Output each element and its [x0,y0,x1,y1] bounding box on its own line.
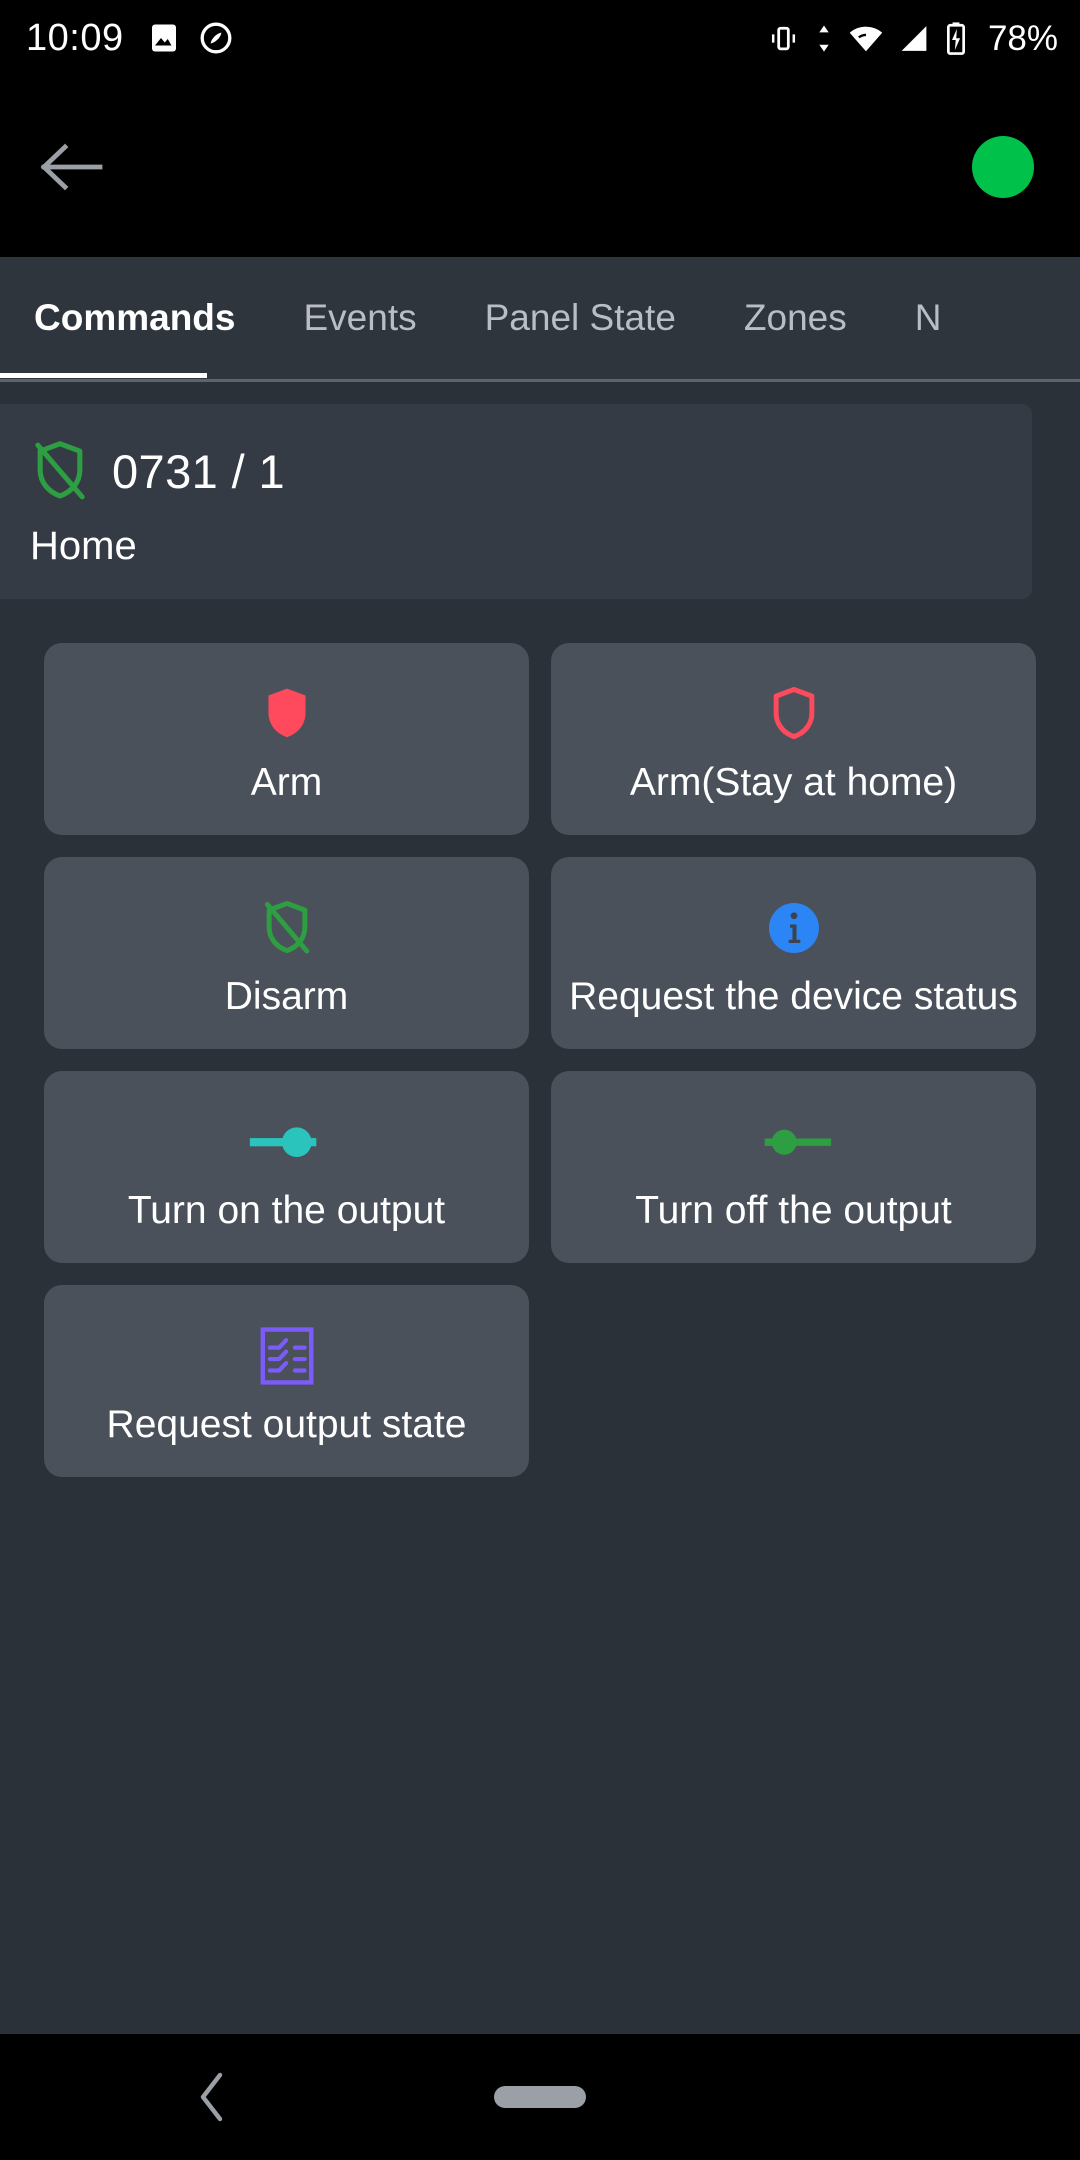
cellular-signal-icon [897,22,931,55]
command-request-output-state[interactable]: Request output state [44,1285,529,1477]
image-icon [146,20,182,56]
status-bar-left-icons [146,20,234,56]
command-arm-label: Arm [250,761,323,805]
tab-zones-label: Zones [743,296,847,338]
command-turn-on-output[interactable]: Turn on the output [44,1071,529,1263]
tab-bar-divider [0,379,1080,382]
command-grid: Arm Arm(Stay at home) Disarm Request the… [0,643,1080,1477]
tab-list[interactable]: Commands Events Panel State Zones N [0,257,976,378]
info-circle-icon [764,885,824,971]
command-disarm-label: Disarm [224,975,349,1019]
command-request-device-status-label: Request the device status [569,975,1018,1019]
battery-percent-label: 78% [987,18,1058,58]
tab-next-label: N [914,296,942,338]
wifi-icon [848,22,884,55]
nav-back-icon [193,2069,233,2125]
panel-subtitle: Home [30,524,137,568]
app-bar [0,76,1080,257]
online-indicator [972,135,1034,198]
shield-off-icon [30,438,90,504]
app-screen: 10:09 78% Commands Events Panel State Zo… [0,0,1080,2160]
shield-outline-icon [766,671,822,757]
tab-events[interactable]: Events [269,257,450,378]
command-arm[interactable]: Arm [44,643,529,835]
tab-commands[interactable]: Commands [0,257,269,378]
capture-icon [198,20,234,56]
active-tab-indicator [0,373,207,378]
panel-title: 0731 / 1 [112,444,286,498]
command-arm-stay-at-home[interactable]: Arm(Stay at home) [551,643,1036,835]
relay-state-icon [256,1313,318,1399]
nav-home-pill[interactable] [494,2086,586,2108]
back-button[interactable] [30,125,114,209]
command-request-device-status[interactable]: Request the device status [551,857,1036,1049]
tab-zones[interactable]: Zones [710,257,881,378]
tab-panel-state-label: Panel State [484,296,676,338]
vibrate-icon [767,22,800,55]
status-bar-clock: 10:09 [26,17,124,59]
tab-commands-label: Commands [34,296,236,338]
command-request-output-state-label: Request output state [106,1403,467,1447]
tab-bar: Commands Events Panel State Zones N [0,257,1080,382]
data-transfer-icon [813,22,835,55]
panel-info-header: 0731 / 1 [30,438,1002,504]
toggle-off-icon [751,1099,837,1185]
tab-panel-state[interactable]: Panel State [451,257,710,378]
command-turn-off-output-label: Turn off the output [635,1189,952,1233]
command-turn-off-output[interactable]: Turn off the output [551,1071,1036,1263]
nav-back-button[interactable] [178,2062,248,2132]
command-turn-on-output-label: Turn on the output [127,1189,446,1233]
battery-charging-icon [944,21,968,55]
toggle-on-icon [244,1099,330,1185]
status-bar: 10:09 78% [0,0,1080,76]
commands-content: 0731 / 1 Home Arm Arm(Stay at home) Disa… [0,382,1080,2034]
system-navigation-bar [0,2034,1080,2160]
back-arrow-icon [36,139,108,195]
shield-filled-icon [259,671,315,757]
tab-events-label: Events [303,296,417,338]
status-bar-right-icons: 78% [767,21,1058,56]
panel-info-card[interactable]: 0731 / 1 Home [0,404,1032,599]
command-disarm[interactable]: Disarm [44,857,529,1049]
shield-off-icon [259,885,315,971]
tab-next[interactable]: N [881,257,976,378]
command-arm-stay-label: Arm(Stay at home) [629,761,958,805]
